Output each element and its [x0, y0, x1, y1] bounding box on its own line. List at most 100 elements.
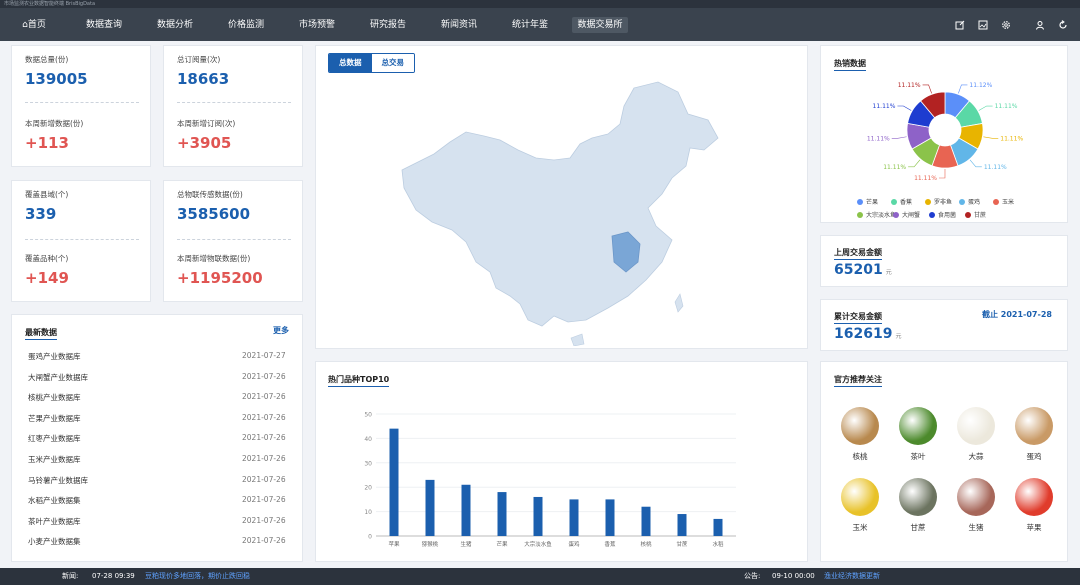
news-ticker-link[interactable]: 豆粕现价多地回落，期价止跌回稳 [145, 568, 250, 585]
bar[interactable] [461, 484, 471, 536]
nav-item-market-warning[interactable]: 市场预警 [297, 17, 337, 33]
total-data-value: 139005 [25, 70, 88, 88]
iot-total-label: 总物联传感数据(份) [177, 190, 243, 199]
legend-item[interactable]: 芒果 [857, 197, 878, 206]
recommend-item-image[interactable] [841, 478, 879, 516]
bar[interactable] [677, 514, 687, 536]
list-item-date: 2021-07-26 [242, 371, 286, 381]
taiwan-island [674, 293, 684, 313]
latest-data-panel: 最新数据 更多 蛋鸡产业数据库 2021-07-27 大闸蟹产业数据库 2021-07… [11, 314, 303, 562]
legend-item[interactable]: 玉米 [993, 197, 1014, 206]
refresh-icon[interactable] [1056, 18, 1069, 31]
list-item[interactable]: 玉米产业数据库 [28, 454, 81, 465]
last-week-trade-label: 上周交易金额 [834, 247, 882, 260]
tab-total-data[interactable]: 总数据 [329, 54, 372, 72]
recommend-item-image[interactable] [899, 407, 937, 445]
divider [25, 102, 139, 103]
recommend-item-image[interactable] [841, 407, 879, 445]
top10-bar-chart: 0 10 20 30 40 50 苹果 猕猴桃 生猪 芒果 大宗淡水鱼 蛋鸡 香蕉 核桃 甘蔗 水稻 [364, 412, 736, 548]
nav-item-price-monitor[interactable]: 价格监测 [226, 17, 266, 33]
hot-sales-panel: 热销数据 11.12% 11.11% 11.11% 11.11% 11.11% 11.11… [820, 45, 1068, 223]
list-item[interactable]: 茶叶产业数据库 [28, 516, 81, 527]
x-tick-label: 芒果 [496, 540, 508, 548]
nav-item-data-exchange[interactable]: 数据交易所 [572, 17, 628, 33]
legend-item[interactable]: 甘蔗 [965, 210, 986, 219]
list-item[interactable]: 水稻产业数据集 [28, 495, 81, 506]
list-item-date: 2021-07-26 [242, 474, 286, 484]
edit-icon[interactable] [953, 18, 966, 31]
nav-item-data-analysis[interactable]: 数据分析 [155, 17, 195, 33]
recommend-item-label: 甘蔗 [910, 523, 926, 532]
list-item[interactable]: 大闸蟹产业数据库 [28, 372, 88, 383]
bar[interactable] [389, 428, 399, 536]
bar[interactable] [641, 506, 651, 536]
tab-total-trade[interactable]: 总交易 [371, 54, 414, 72]
recommend-item-label: 生猪 [968, 523, 984, 532]
legend-swatch [857, 212, 863, 218]
pie-data-label: 11.11% [984, 164, 1007, 171]
week-new-subs-label: 本周新增订阅(次) [177, 119, 236, 128]
legend-label: 大宗淡水鱼 [866, 212, 897, 219]
x-tick-label: 大宗淡水鱼 [524, 540, 552, 548]
recommend-item-image[interactable] [1015, 478, 1053, 516]
recommend-panel: 官方推荐关注 核桃 茶叶 大蒜 蛋鸡 玉米 甘蔗 生猪 苹果 [820, 361, 1068, 562]
pie-label-line [978, 105, 993, 111]
bar[interactable] [533, 496, 543, 536]
varieties-label: 覆盖品种(个) [25, 254, 69, 263]
list-item[interactable]: 马铃薯产业数据库 [28, 475, 88, 486]
recommend-item-image[interactable] [957, 478, 995, 516]
list-item-date: 2021-07-26 [242, 412, 286, 422]
total-subs-label: 总订阅量(次) [177, 55, 221, 64]
bar[interactable] [605, 499, 615, 536]
pie-data-label: 11.11% [883, 164, 906, 171]
stat-card-iot: 总物联传感数据(份) 3585600 本周新增物联数据(份) +1195200 [163, 180, 303, 302]
bar[interactable] [713, 518, 723, 536]
list-item[interactable]: 核桃产业数据库 [28, 392, 81, 403]
notice-label: 公告: [744, 572, 761, 580]
list-item[interactable]: 蛋鸡产业数据库 [28, 351, 81, 362]
nav-item-research-report[interactable]: 研究报告 [368, 17, 408, 33]
legend-item[interactable]: 罗非鱼 [925, 197, 952, 206]
list-item[interactable]: 芒果产业数据库 [28, 413, 81, 424]
recommend-item-label: 苹果 [1026, 523, 1042, 532]
pie-data-label: 11.12% [969, 82, 992, 89]
list-item[interactable]: 红枣产业数据库 [28, 433, 81, 444]
bar[interactable] [569, 499, 579, 536]
legend-label: 罗非鱼 [934, 199, 953, 206]
recommend-item-image[interactable] [957, 407, 995, 445]
legend-swatch [929, 212, 935, 218]
x-tick-label: 生猪 [460, 540, 472, 548]
legend-item[interactable]: 蛋鸡 [959, 197, 980, 206]
recommend-item-label: 大蒜 [968, 452, 984, 461]
legend-item[interactable]: 香蕉 [891, 197, 912, 206]
legend-item[interactable]: 大闸蟹 [893, 210, 920, 219]
bar[interactable] [425, 479, 435, 536]
iot-total-value: 3585600 [177, 205, 251, 223]
recommend-item-label: 核桃 [852, 452, 868, 461]
recommend-item-image[interactable] [899, 478, 937, 516]
china-map[interactable] [396, 76, 736, 346]
recommend-item-image[interactable] [1015, 407, 1053, 445]
nav-home[interactable]: ⌂首页 [16, 17, 52, 33]
counties-label: 覆盖县域(个) [25, 190, 69, 199]
week-new-data-label: 本周新增数据(份) [25, 119, 84, 128]
varieties-value: +149 [25, 269, 69, 287]
stat-card-subscriptions: 总订阅量(次) 18663 本周新增订阅(次) +3905 [163, 45, 303, 167]
notice-link[interactable]: 渔业经济数据更新 [824, 568, 880, 585]
image-icon[interactable] [976, 18, 989, 31]
divider [177, 239, 291, 240]
list-item[interactable]: 小麦产业数据集 [28, 536, 81, 547]
top10-panel: 热门品种TOP10 0 10 20 30 40 50 苹果 猕猴桃 生猪 芒果 大宗淡水鱼 蛋鸡 香蕉核… [315, 361, 808, 562]
nav-item-data-query[interactable]: 数据查询 [84, 17, 124, 33]
legend-item[interactable]: 大宗淡水鱼 [857, 210, 896, 219]
bar[interactable] [497, 492, 507, 536]
cumulative-asof-date: 截止 2021-07-28 [982, 310, 1052, 319]
pie-label-line [983, 136, 999, 139]
nav-item-news[interactable]: 新闻资讯 [439, 17, 479, 33]
more-link[interactable]: 更多 [273, 325, 289, 336]
gear-icon[interactable] [999, 18, 1012, 31]
nav-item-yearbook[interactable]: 统计年鉴 [510, 17, 550, 33]
legend-item[interactable]: 食用菌 [929, 210, 956, 219]
user-icon[interactable] [1033, 18, 1046, 31]
pie-data-label: 11.11% [914, 175, 937, 182]
